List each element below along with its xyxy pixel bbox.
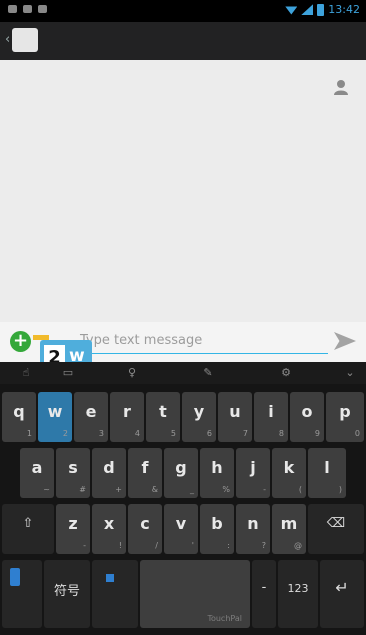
key-j[interactable]: j- [236,448,270,498]
enter-icon: ↵ [335,578,349,597]
key-g[interactable]: g _ [164,448,198,498]
back-chevron-icon[interactable]: ‹ [5,33,12,46]
key-f[interactable]: f & [128,448,162,498]
key-t[interactable]: t5 [146,392,180,442]
layout-icon[interactable]: ▭ [62,367,74,379]
signal-icon [301,4,314,15]
key-u[interactable]: u7 [218,392,252,442]
numbers-key[interactable]: 123 [278,560,318,628]
language-switch-key[interactable] [2,560,42,628]
action-bar: ‹ [0,22,366,60]
input-mode-icon [106,574,114,582]
pencil-icon[interactable]: ✎ [202,367,214,379]
key-c[interactable]: c / [128,504,162,554]
key-v[interactable]: v ' [164,504,198,554]
notification-icon [8,5,17,13]
keyboard-row-2: a ~ s # d + f & g _ h% j- k( l) [0,448,366,498]
key-d[interactable]: d + [92,448,126,498]
message-thread-area [0,60,366,322]
key-e[interactable]: e3 [74,392,108,442]
settings-icon[interactable]: ⚙ [280,367,292,379]
key-h[interactable]: h% [200,448,234,498]
key-z[interactable]: z- [56,504,90,554]
key-w[interactable]: w2 [38,392,72,442]
battery-icon [317,3,325,16]
keyboard-row-1: q1 w2 e3 r4 t5 y6 u7 i8 o9 p0 [0,392,366,442]
message-input-placeholder: Type text message [80,333,203,348]
key-p[interactable]: p0 [326,392,364,442]
key-x[interactable]: x! [92,504,126,554]
status-time: 13:42 [328,3,360,16]
message-input[interactable]: Type text message [55,328,328,354]
dash-key[interactable]: - [252,560,276,628]
key-k[interactable]: k( [272,448,306,498]
keyboard-row-3: ⇧ z- x! c / v ' b: n? m @ ⌫ [0,504,366,554]
key-n[interactable]: n? [236,504,270,554]
space-key-label: TouchPal [207,614,242,623]
image-icon [23,5,32,13]
key-s[interactable]: s # [56,448,90,498]
soft-keyboard: ☝ ▭ ♀ ✎ ⚙ ⌄ q1 w2 e3 r4 t5 y6 u7 i8 o9 p… [0,362,366,635]
key-b[interactable]: b: [200,504,234,554]
wifi-icon [285,6,298,15]
status-bar: 13:42 [0,0,366,22]
contact-person-icon[interactable] [332,78,350,96]
send-icon[interactable] [334,332,356,350]
key-i[interactable]: i8 [254,392,288,442]
backspace-icon: ⌫ [326,516,346,531]
plus-icon[interactable]: + [10,331,31,352]
input-mode-key[interactable] [92,560,138,628]
key-a[interactable]: a ~ [20,448,54,498]
shift-icon: ⇧ [22,516,34,531]
sd-card-icon [38,5,47,13]
cursor-icon[interactable]: ☝ [20,367,32,379]
keyboard-toolbar: ☝ ▭ ♀ ✎ ⚙ ⌄ [0,362,366,384]
language-switch-icon [10,568,20,586]
keyboard-row-4: 符号 TouchPal - 123 ↵ [0,560,366,630]
key-q[interactable]: q1 [2,392,36,442]
key-m[interactable]: m @ [272,504,306,554]
key-o[interactable]: o9 [290,392,324,442]
key-l[interactable]: l) [308,448,346,498]
hide-keyboard-icon[interactable]: ⌄ [344,367,356,379]
messaging-app-icon[interactable] [12,28,38,52]
symbols-key[interactable]: 符号 [44,560,90,628]
enter-key[interactable]: ↵ [320,560,364,628]
space-key[interactable]: TouchPal [140,560,250,628]
microphone-icon[interactable]: ♀ [126,367,138,379]
shift-key[interactable]: ⇧ [2,504,54,554]
key-y[interactable]: y6 [182,392,216,442]
key-r[interactable]: r4 [110,392,144,442]
backspace-key[interactable]: ⌫ [308,504,364,554]
